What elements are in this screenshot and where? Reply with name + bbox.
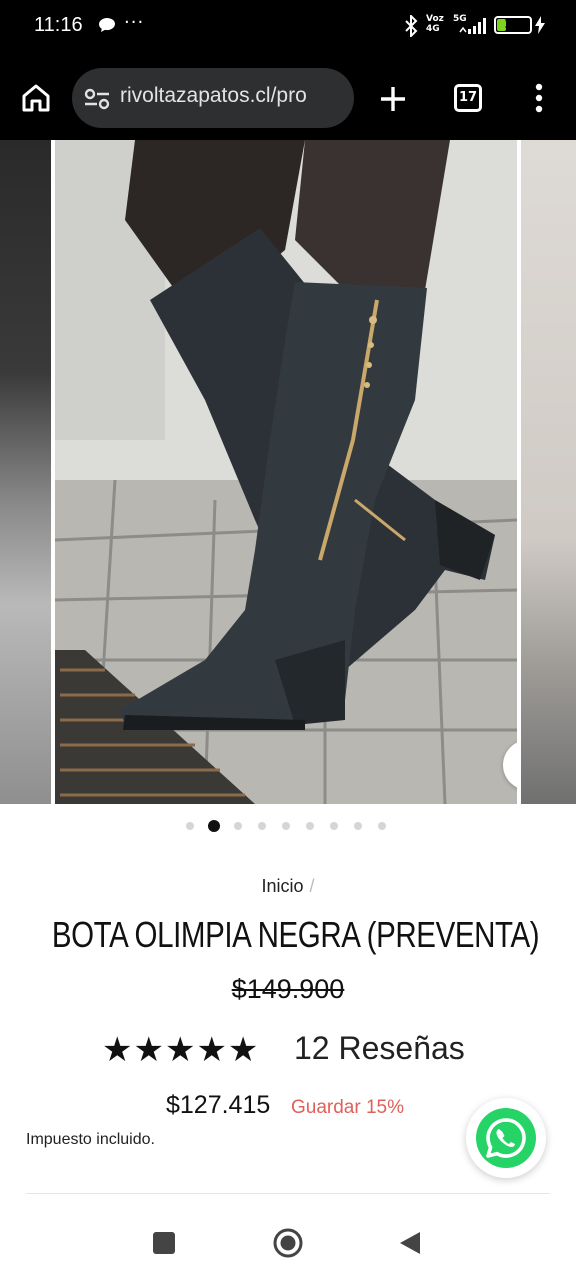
plus-icon[interactable]: [378, 84, 408, 114]
pagination-dot[interactable]: [282, 822, 290, 830]
pagination-dot[interactable]: [306, 822, 314, 830]
original-price: $149.900: [231, 974, 345, 1004]
system-navigation-bar: [0, 1204, 576, 1280]
star-rating-icon: ★★★★★: [102, 1030, 260, 1070]
discount-badge: Guardar 15%: [291, 1097, 405, 1118]
volte-indicator: Voz 4G: [426, 14, 444, 34]
site-settings-icon[interactable]: [84, 88, 110, 110]
kebab-menu-icon[interactable]: [529, 82, 549, 114]
carousel-slide-next[interactable]: [521, 140, 576, 804]
back-triangle-icon[interactable]: [398, 1230, 422, 1256]
browser-toolbar: rivoltazapatos.cl/pro 17: [0, 56, 576, 140]
address-bar[interactable]: rivoltazapatos.cl/pro: [72, 68, 354, 128]
whatsapp-icon: [476, 1108, 536, 1168]
whatsapp-button[interactable]: [466, 1098, 546, 1178]
url-text: rivoltazapatos.cl/pro: [120, 84, 307, 107]
pagination-dot[interactable]: [330, 822, 338, 830]
divider: [26, 1193, 550, 1194]
magnifier-icon: [516, 753, 517, 777]
carousel-slide-previous[interactable]: [0, 140, 51, 804]
rating-row[interactable]: ★★★★★ 12 Reseñas: [0, 1028, 576, 1072]
pagination-dot[interactable]: [234, 822, 242, 830]
product-title: BOTA OLIMPIA NEGRA (PREVENTA): [51, 914, 540, 955]
tab-switcher-icon[interactable]: 17: [454, 84, 482, 112]
more-notifications-icon: ···: [124, 12, 145, 33]
pagination-dot[interactable]: [186, 822, 194, 830]
home-icon[interactable]: [20, 82, 52, 114]
breadcrumb-separator: /: [309, 876, 315, 896]
signal-icon: [459, 18, 486, 34]
home-circle-icon[interactable]: [272, 1227, 304, 1259]
boot-photo: [55, 140, 517, 804]
pagination-dot[interactable]: [354, 822, 362, 830]
breadcrumb-home[interactable]: Inicio: [261, 876, 303, 896]
bluetooth-icon: [405, 15, 418, 37]
tax-note: Impuesto incluido.: [26, 1131, 155, 1148]
status-bar: 11:16 ··· Voz 4G 5G 27: [0, 0, 576, 56]
carousel-pagination: [0, 818, 576, 834]
recent-apps-icon[interactable]: [153, 1232, 175, 1254]
product-image-carousel[interactable]: [0, 140, 576, 804]
pagination-dot-active[interactable]: [208, 820, 220, 832]
charging-icon: [535, 16, 545, 34]
breadcrumb: Inicio /: [0, 876, 576, 897]
pagination-dot[interactable]: [258, 822, 266, 830]
sale-price: $127.415: [166, 1091, 271, 1119]
battery-icon: 27: [494, 16, 532, 34]
pagination-dot[interactable]: [378, 822, 386, 830]
product-image[interactable]: [55, 140, 517, 804]
status-time: 11:16: [34, 14, 83, 36]
reviews-link[interactable]: 12 Reseñas: [294, 1030, 465, 1067]
chat-bubble-icon: [99, 18, 115, 32]
